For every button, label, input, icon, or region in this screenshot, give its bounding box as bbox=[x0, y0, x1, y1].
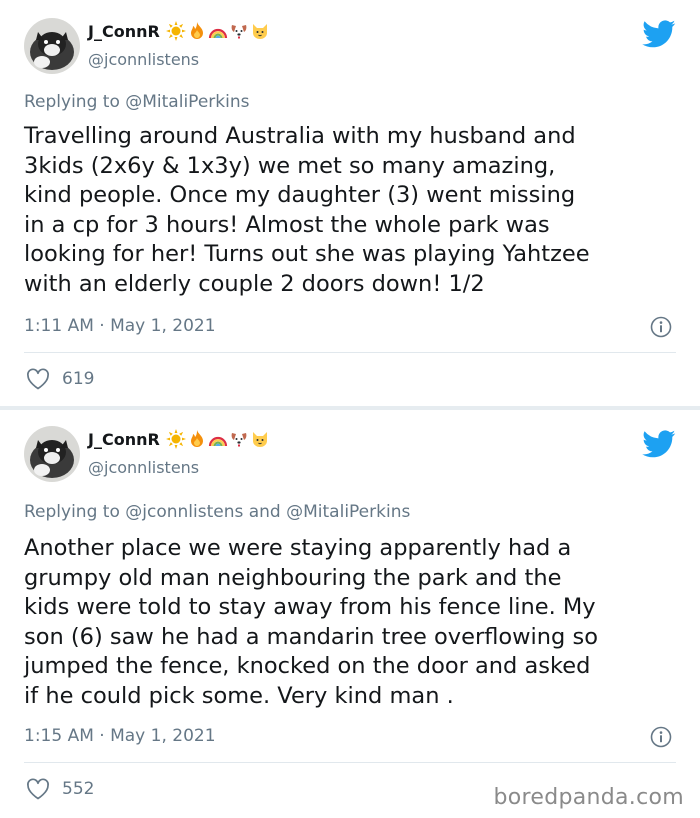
like-action[interactable]: 552 bbox=[26, 778, 94, 800]
cat-face-icon bbox=[252, 432, 267, 447]
fire-icon bbox=[190, 430, 203, 447]
like-count: 552 bbox=[62, 779, 95, 799]
reply-mention-link[interactable]: @MitaliPerkins bbox=[125, 92, 249, 112]
reply-prefix: Replying to bbox=[24, 502, 120, 522]
author-handle[interactable]: @jconnlistens bbox=[88, 50, 199, 69]
like-count: 619 bbox=[62, 369, 95, 389]
tweet-card: J_ConnR @jconnlistens Replying to @Mital… bbox=[0, 0, 700, 406]
tweet-timestamp[interactable]: 1:15 AM · May 1, 2021 bbox=[24, 726, 216, 746]
author-name-row: J_ConnR bbox=[88, 428, 270, 450]
author-name[interactable]: J_ConnR bbox=[88, 430, 160, 449]
rainbow-icon bbox=[208, 436, 227, 447]
tweet-timestamp[interactable]: 1:11 AM · May 1, 2021 bbox=[24, 316, 216, 336]
twitter-logo-icon[interactable] bbox=[642, 430, 676, 458]
divider bbox=[24, 762, 676, 763]
rainbow-icon bbox=[208, 28, 227, 39]
divider bbox=[24, 352, 676, 353]
author-name-row: J_ConnR bbox=[88, 20, 270, 42]
twitter-logo-icon[interactable] bbox=[642, 20, 676, 48]
tweet-card: J_ConnR @jconnlistens Replying to @jconn… bbox=[0, 410, 700, 818]
reply-mention-link[interactable]: @jconnlistens and @MitaliPerkins bbox=[125, 502, 410, 522]
tweet-text: Travelling around Australia with my husb… bbox=[24, 123, 590, 297]
heart-icon bbox=[27, 368, 49, 390]
dog-face-icon bbox=[231, 433, 247, 447]
author-handle[interactable]: @jconnlistens bbox=[88, 458, 199, 477]
avatar[interactable] bbox=[24, 426, 80, 482]
sun-icon bbox=[165, 429, 186, 449]
watermark: boredpanda.com bbox=[493, 785, 684, 810]
reply-prefix: Replying to bbox=[24, 92, 120, 112]
author-name[interactable]: J_ConnR bbox=[88, 22, 160, 41]
dog-face-icon bbox=[231, 25, 247, 39]
reply-context: Replying to @MitaliPerkins bbox=[24, 92, 249, 112]
sun-icon bbox=[165, 21, 186, 41]
name-emojis bbox=[165, 429, 270, 449]
cat-face-icon bbox=[252, 24, 267, 39]
reply-context: Replying to @jconnlistens and @MitaliPer… bbox=[24, 502, 410, 522]
heart-icon bbox=[27, 778, 49, 800]
tweet-text: Another place we were staying apparently… bbox=[24, 535, 598, 709]
fire-icon bbox=[190, 22, 203, 39]
info-icon[interactable] bbox=[650, 316, 672, 338]
avatar[interactable] bbox=[24, 18, 80, 74]
name-emojis bbox=[165, 21, 270, 41]
like-action[interactable]: 619 bbox=[26, 368, 94, 390]
info-icon[interactable] bbox=[650, 726, 672, 748]
